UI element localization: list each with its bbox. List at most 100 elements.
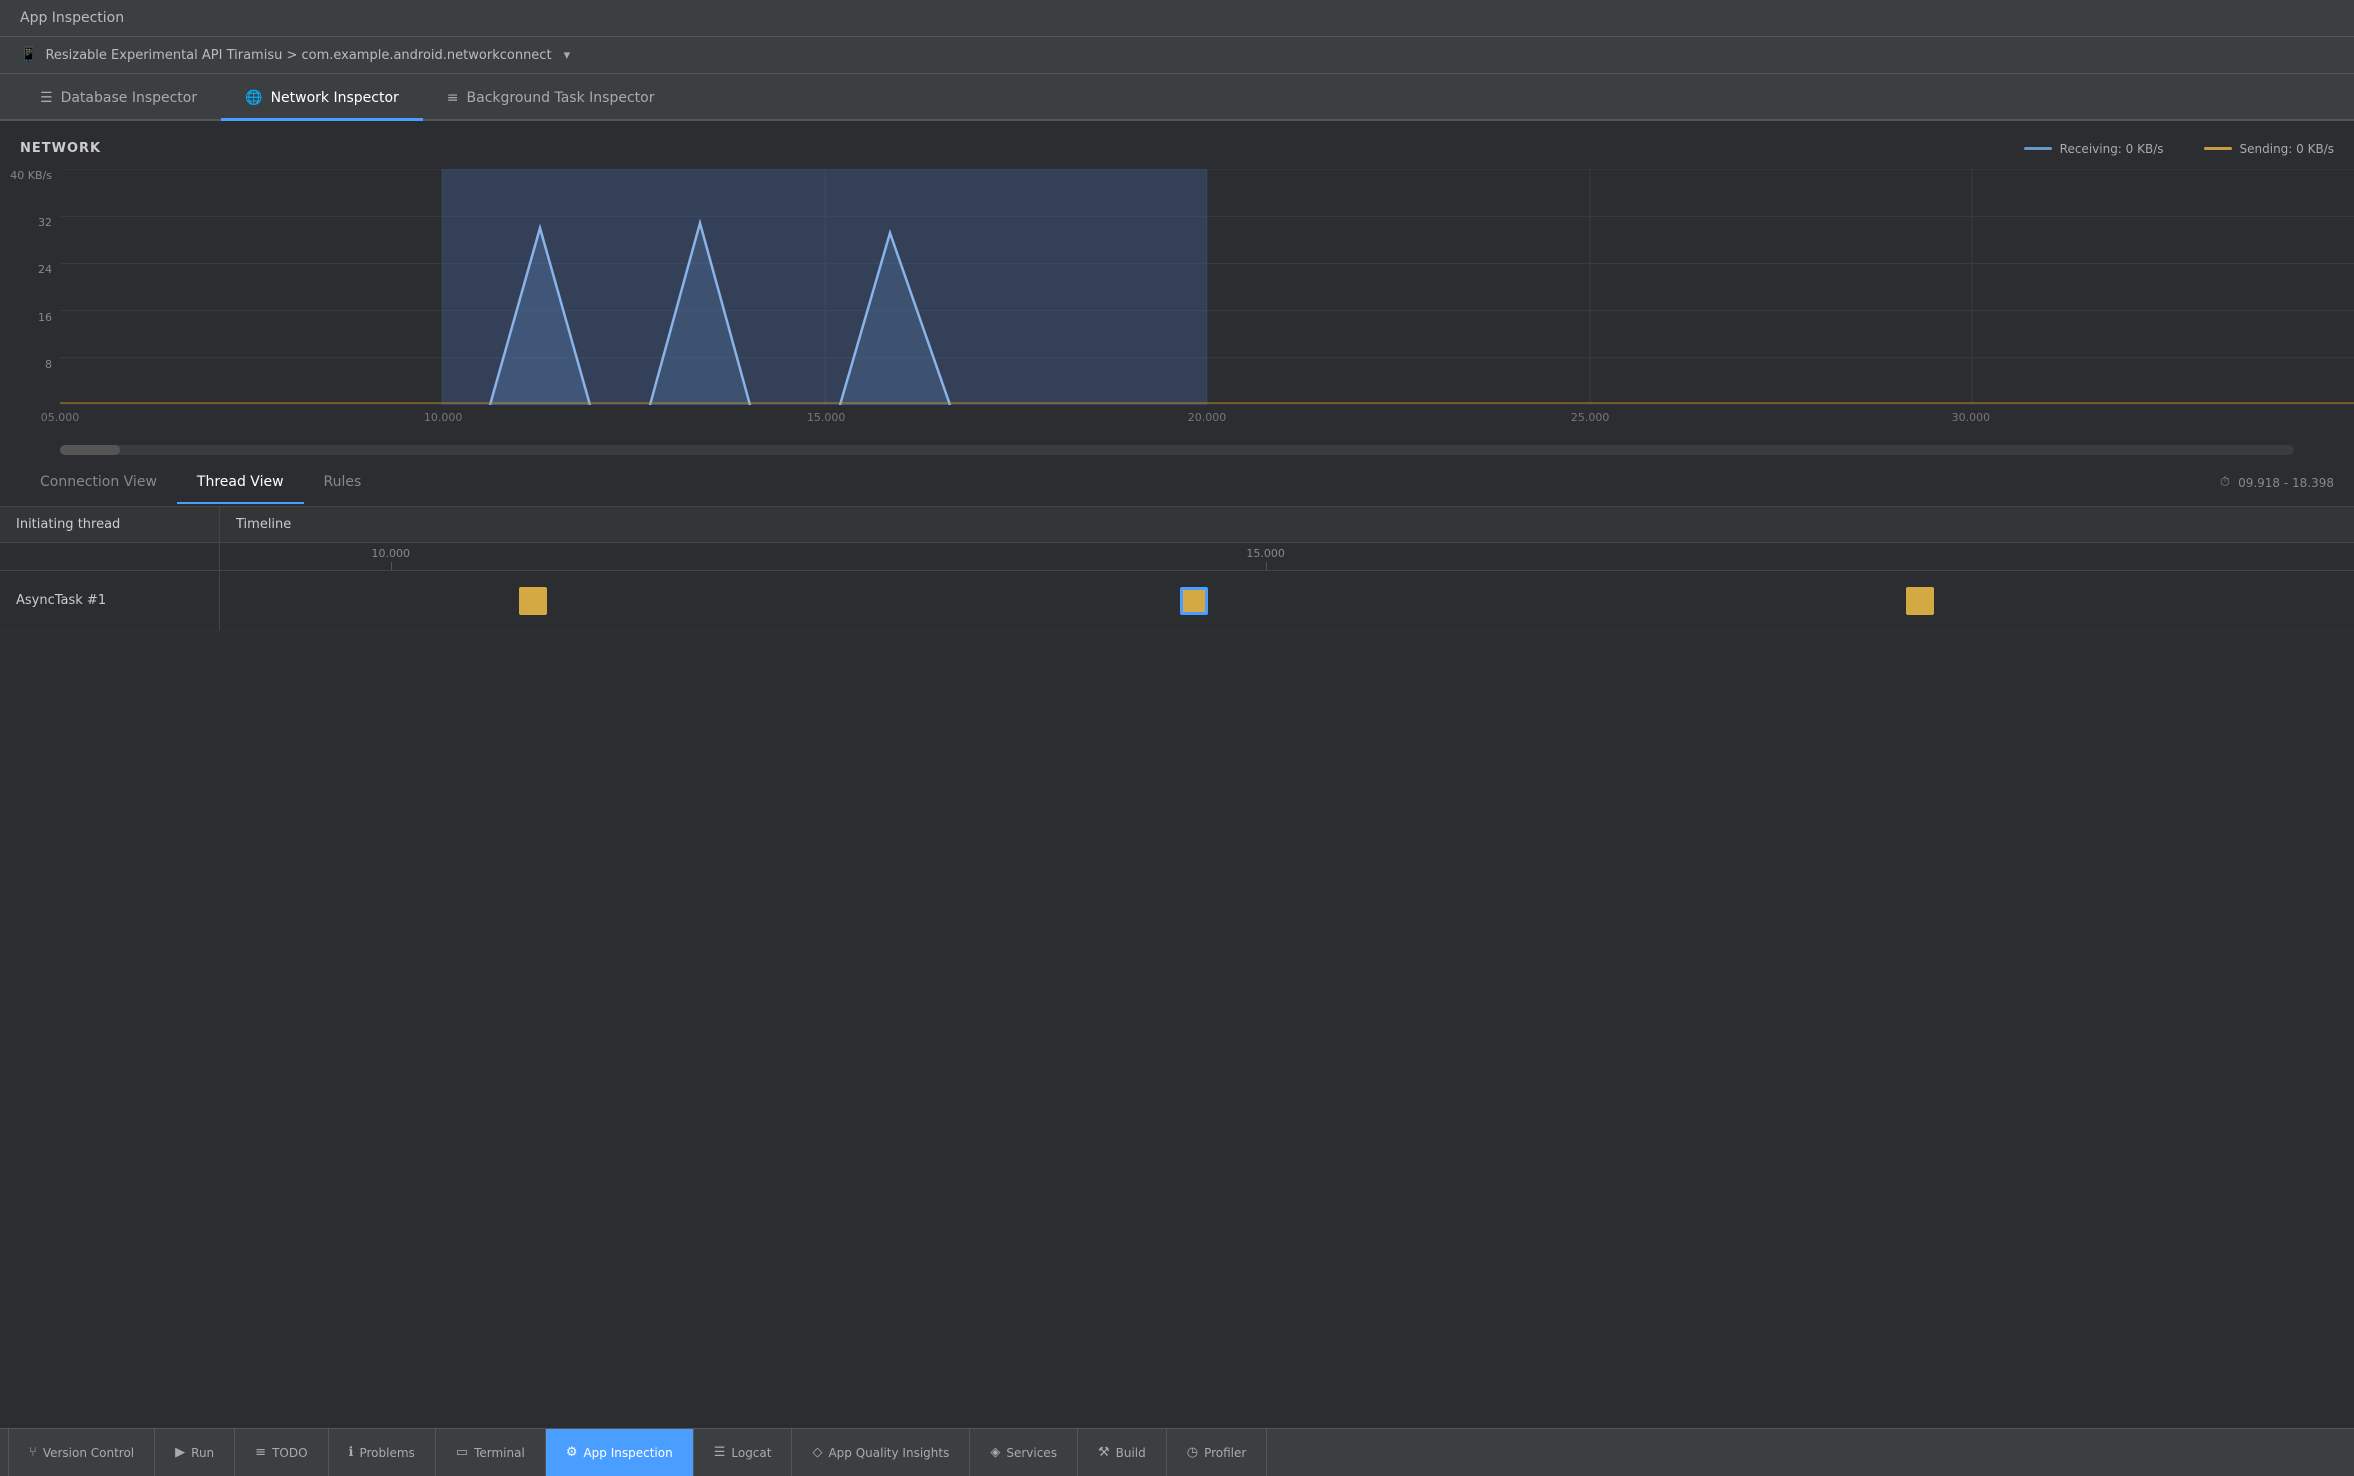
col-initiating-label: Initiating thread xyxy=(16,517,120,532)
ruler-label-15000: 15.000 xyxy=(1246,547,1285,560)
app-inspection-label: App Inspection xyxy=(583,1446,672,1460)
scrollbar-track[interactable] xyxy=(60,445,2294,455)
y-label-8: 8 xyxy=(8,358,52,371)
time-range-value: 09.918 - 18.398 xyxy=(2238,476,2334,490)
clock-icon: ⏱ xyxy=(2220,475,2230,490)
x-label-10000: 10.000 xyxy=(424,411,463,424)
chart-title: NETWORK xyxy=(20,141,101,156)
chart-scrollbar[interactable] xyxy=(0,441,2354,459)
legend-sending-label: Sending: 0 KB/s xyxy=(2240,142,2334,156)
task-box-3[interactable] xyxy=(1906,587,1934,615)
thread-table: Initiating thread Timeline 10.000 15.000 xyxy=(0,507,2354,1428)
legend-sending-line xyxy=(2204,147,2232,150)
x-label-25000: 25.000 xyxy=(1571,411,1610,424)
thread-cell-timeline[interactable] xyxy=(220,571,2354,630)
asynctask-label: AsyncTask #1 xyxy=(16,593,106,608)
status-item-build[interactable]: ⚒ Build xyxy=(1078,1429,1167,1476)
status-item-run[interactable]: ▶Run xyxy=(155,1429,235,1476)
ruler-tick-15000 xyxy=(1266,562,1267,570)
col-timeline-label: Timeline xyxy=(236,517,291,532)
thread-cell-asynctask: AsyncTask #1 xyxy=(0,571,220,630)
status-item-problems[interactable]: ℹ Problems xyxy=(329,1429,436,1476)
x-axis: 05.000 10.000 15.000 20.000 25.000 30.00… xyxy=(60,405,2354,441)
x-label-30000: 30.000 xyxy=(1952,411,1991,424)
ruler-label-10000: 10.000 xyxy=(371,547,410,560)
services-icon: ◈ xyxy=(990,1445,1000,1460)
y-label-max: 40 KB/s xyxy=(8,169,52,182)
timeline-ruler: 10.000 15.000 xyxy=(220,543,2354,570)
status-item-profiler[interactable]: ◷ Profiler xyxy=(1167,1429,1268,1476)
version-control-label: Version Control xyxy=(43,1446,134,1460)
rules-label: Rules xyxy=(324,474,362,490)
legend-sending: Sending: 0 KB/s xyxy=(2204,142,2334,156)
inspector-tab-network[interactable]: 🌐Network Inspector xyxy=(221,76,423,121)
status-item-version-control[interactable]: ⑂ Version Control xyxy=(8,1429,155,1476)
app-quality-icon: ◇ xyxy=(812,1445,822,1460)
terminal-label: Terminal xyxy=(474,1446,525,1460)
problems-icon: ℹ xyxy=(349,1445,354,1460)
title-bar: App Inspection xyxy=(0,0,2354,37)
database-icon: ☰ xyxy=(40,90,53,106)
scrollbar-thumb[interactable] xyxy=(60,445,120,455)
table-row: AsyncTask #1 xyxy=(0,571,2354,631)
app-inspection-icon: ⚙ xyxy=(566,1445,578,1460)
profiler-icon: ◷ xyxy=(1187,1445,1198,1460)
col-header-initiating: Initiating thread xyxy=(0,507,220,542)
status-item-terminal[interactable]: ▭ Terminal xyxy=(436,1429,546,1476)
todo-label: TODO xyxy=(272,1446,307,1460)
inspector-tabs: ☰ Database Inspector 🌐Network Inspector ≡ Ba… xyxy=(0,74,2354,121)
device-bar: 📱 Resizable Experimental API Tiramisu > … xyxy=(0,37,2354,74)
x-label-20000: 20.000 xyxy=(1188,411,1227,424)
task-box-1[interactable] xyxy=(519,587,547,615)
status-item-app-quality[interactable]: ◇App Quality Insights xyxy=(792,1429,970,1476)
network-icon: 🌐 xyxy=(245,90,262,106)
title-label: App Inspection xyxy=(20,10,124,26)
y-label-32: 32 xyxy=(8,216,52,229)
status-item-app-inspection[interactable]: ⚙ App Inspection xyxy=(546,1429,694,1476)
time-range-display: ⏱ 09.918 - 18.398 xyxy=(2220,475,2334,490)
problems-label: Problems xyxy=(359,1446,414,1460)
build-label: Build xyxy=(1116,1446,1146,1460)
view-tabs-bar: Connection View Thread View Rules ⏱ 09.9… xyxy=(0,459,2354,507)
y-label-24: 24 xyxy=(8,263,52,276)
status-bar: ⑂ Version Control ▶Run ≡ TODO ℹ Problems ▭ Termi… xyxy=(0,1428,2354,1476)
thread-table-header: Initiating thread Timeline xyxy=(0,507,2354,543)
run-label: Run xyxy=(191,1446,214,1460)
tab-rules[interactable]: Rules xyxy=(304,462,382,504)
tab-thread-view[interactable]: Thread View xyxy=(177,462,304,504)
chevron-down-icon[interactable]: ▾ xyxy=(564,48,571,63)
y-axis: 40 KB/s 32 24 16 8 xyxy=(0,169,60,405)
version-control-icon: ⑂ xyxy=(29,1445,37,1460)
profiler-label: Profiler xyxy=(1204,1446,1246,1460)
legend-receiving: Receiving: 0 KB/s xyxy=(2024,142,2164,156)
services-label: Services xyxy=(1006,1446,1057,1460)
logcat-icon: ☰ xyxy=(714,1445,726,1460)
tab-connection-view[interactable]: Connection View xyxy=(20,462,177,504)
status-item-services[interactable]: ◈ Services xyxy=(970,1429,1078,1476)
ruler-spacer xyxy=(0,543,220,570)
background-label: Background Task Inspector xyxy=(467,90,655,106)
ruler-tick-10000 xyxy=(391,562,392,570)
todo-icon: ≡ xyxy=(255,1445,266,1460)
device-name: Resizable Experimental API Tiramisu > co… xyxy=(45,48,551,63)
database-label: Database Inspector xyxy=(61,90,198,106)
thread-table-body: 10.000 15.000 AsyncTask #1 xyxy=(0,543,2354,1428)
x-label-15000: 15.000 xyxy=(807,411,846,424)
legend-receiving-label: Receiving: 0 KB/s xyxy=(2060,142,2164,156)
background-icon: ≡ xyxy=(447,90,459,106)
inspector-tab-database[interactable]: ☰ Database Inspector xyxy=(16,76,221,121)
inspector-tab-background[interactable]: ≡ Background Task Inspector xyxy=(423,76,679,121)
chart-legend: Receiving: 0 KB/s Sending: 0 KB/s xyxy=(2024,142,2334,156)
col-header-timeline: Timeline xyxy=(220,507,2354,542)
network-chart-svg xyxy=(60,169,2354,405)
connection-view-label: Connection View xyxy=(40,474,157,490)
device-icon: 📱 xyxy=(20,47,37,63)
status-item-todo[interactable]: ≡ TODO xyxy=(235,1429,328,1476)
y-label-16: 16 xyxy=(8,311,52,324)
thread-view-label: Thread View xyxy=(197,474,284,490)
task-box-2-selected[interactable] xyxy=(1180,587,1208,615)
terminal-icon: ▭ xyxy=(456,1445,468,1460)
status-item-logcat[interactable]: ☰Logcat xyxy=(694,1429,793,1476)
main-content: NETWORK Receiving: 0 KB/s Sending: 0 KB/… xyxy=(0,121,2354,1428)
build-icon: ⚒ xyxy=(1098,1445,1110,1460)
